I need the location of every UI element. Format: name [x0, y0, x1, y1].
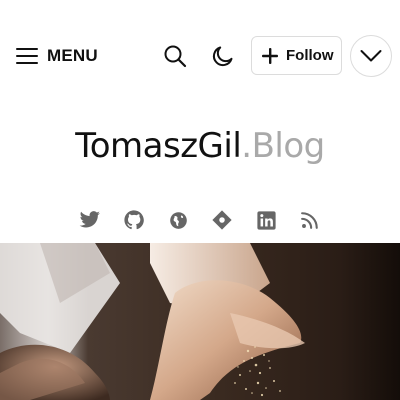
tag-icon	[212, 210, 232, 230]
chevron-down-icon	[360, 50, 382, 62]
follow-button[interactable]: Follow	[251, 36, 342, 75]
linkedin-link[interactable]	[254, 208, 278, 232]
twitter-icon	[79, 211, 100, 228]
moon-icon	[212, 46, 233, 67]
hero-image	[0, 243, 400, 400]
website-globe-icon	[169, 211, 187, 229]
tag-link[interactable]	[210, 208, 234, 232]
hero-photo-hands	[0, 243, 400, 400]
theme-toggle-button[interactable]	[208, 41, 238, 71]
expand-button[interactable]	[350, 35, 392, 77]
site-logo[interactable]: TomaszGil.Blog	[0, 124, 400, 168]
follow-label: Follow	[286, 47, 334, 64]
hamburger-icon	[16, 48, 38, 64]
menu-label: MENU	[47, 46, 98, 65]
twitter-link[interactable]	[78, 208, 102, 232]
top-bar: MENU Follow	[0, 0, 400, 112]
plus-icon	[262, 47, 278, 64]
logo-sub-text: .Blog	[241, 126, 325, 166]
website-link[interactable]	[166, 208, 190, 232]
linkedin-icon	[256, 210, 276, 230]
search-icon	[164, 45, 187, 68]
menu-button[interactable]: MENU	[16, 44, 98, 68]
search-button[interactable]	[160, 41, 190, 71]
rss-link[interactable]	[298, 208, 322, 232]
github-icon	[124, 210, 144, 230]
social-links	[0, 208, 400, 234]
logo-main-text: TomaszGil	[75, 126, 242, 166]
github-link[interactable]	[122, 208, 146, 232]
rss-icon	[301, 212, 318, 229]
